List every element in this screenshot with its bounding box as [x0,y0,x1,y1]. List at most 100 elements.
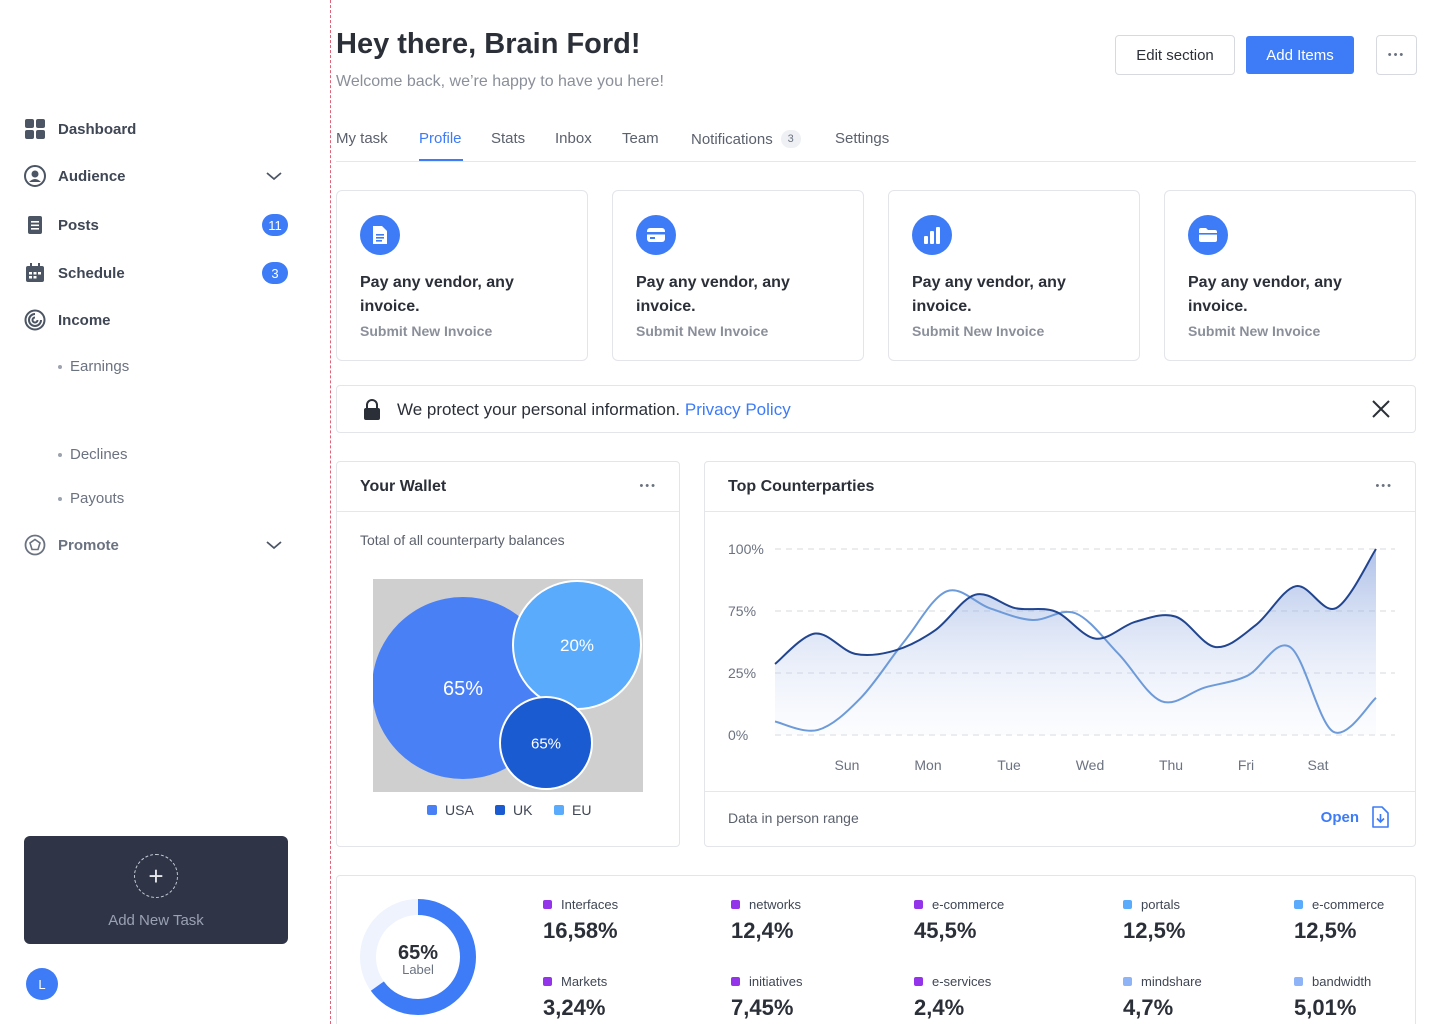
bullet-icon [58,452,62,457]
bubble-label: 65% [443,678,483,700]
sidebar-item-label: Dashboard [58,120,137,138]
edit-section-button[interactable]: Edit section [1115,35,1235,75]
submit-invoice-link[interactable]: Submit New Invoice [636,323,768,339]
chevron-down-icon[interactable] [264,535,284,559]
stat-item: Markets 3,24% [543,974,607,1021]
bar-chart-icon [912,215,952,255]
wallet-description: Total of all counterparty balances [360,532,565,548]
add-items-button[interactable]: Add Items [1246,36,1354,74]
x-tick-label: Fri [1238,757,1254,773]
tab-team[interactable]: Team [622,130,659,147]
chevron-down-icon[interactable] [264,166,284,190]
counterparties-menu-button[interactable]: ••• [1375,480,1393,492]
avatar[interactable]: L [26,968,58,1000]
submit-invoice-link[interactable]: Submit New Invoice [1188,323,1320,339]
sidebar-item-label: Promote [58,536,119,554]
calendar-icon [24,262,46,284]
sidebar-subitem-declines[interactable]: Declines [58,446,128,463]
tab-settings[interactable]: Settings [835,130,889,147]
posts-count-badge: 11 [262,214,288,236]
stat-label-text: networks [749,897,802,912]
open-button[interactable]: Open [1321,806,1389,828]
wallet-menu-button[interactable]: ••• [639,480,657,492]
sidebar-item-promote[interactable]: Promote [24,531,290,559]
submit-invoice-link[interactable]: Submit New Invoice [912,323,1044,339]
legend-swatch [554,805,564,815]
sidebar-item-label: Income [58,311,111,329]
bullet-icon [58,364,62,369]
active-tab-indicator [419,159,463,161]
vendor-card[interactable]: Pay any vendor, any invoice. Submit New … [888,190,1140,361]
bullet-icon [58,496,62,501]
stat-swatch [1294,977,1303,986]
stat-label: mindshare [1123,974,1202,989]
stat-swatch [731,900,740,909]
notifications-count-badge: 3 [780,130,801,148]
legend-item-eu: EU [554,802,591,818]
stat-label: initiatives [731,974,802,989]
stat-label: e-services [914,974,991,989]
vendor-card[interactable]: Pay any vendor, any invoice. Submit New … [336,190,588,361]
plus-icon[interactable]: + [134,854,178,898]
add-new-task-card[interactable]: + Add New Task [24,836,288,944]
sidebar-item-dashboard[interactable]: Dashboard [24,115,290,143]
stat-item: networks 12,4% [731,897,801,944]
stat-swatch [543,900,552,909]
stats-panel: 65% Label Interfaces 16,58% networks 12,4% e-… [336,875,1416,1024]
tab-inbox[interactable]: Inbox [555,130,592,147]
submit-invoice-link[interactable]: Submit New Invoice [360,323,492,339]
stat-value: 4,7% [1123,995,1174,1020]
stat-swatch [1123,977,1132,986]
stat-item: portals 12,5% [1123,897,1185,944]
legend-label: USA [445,802,474,818]
sidebar-subitem-label: Earnings [70,358,130,375]
sidebar-item-posts[interactable]: Posts 11 [24,211,290,239]
x-tick-label: Tue [997,757,1021,773]
x-tick-label: Thu [1159,757,1183,773]
tab-label: Inbox [555,130,592,147]
sidebar-subitem-payouts[interactable]: Payouts [58,490,124,507]
sidebar-item-schedule[interactable]: Schedule 3 [24,259,290,287]
sidebar-subitem-earnings[interactable]: Earnings [58,358,129,375]
privacy-notice-message: We protect your personal information. [397,400,681,419]
stat-label-text: Interfaces [561,897,619,912]
stat-swatch [1123,900,1132,909]
stat-value: 2,4% [914,995,965,1020]
tab-my-task[interactable]: My task [336,130,388,147]
stat-label-text: bandwidth [1312,974,1372,989]
sidebar-item-label: Audience [58,167,126,185]
panel-divider [705,511,1415,512]
vendor-card[interactable]: Pay any vendor, any invoice. Submit New … [1164,190,1416,361]
tab-label: Notifications [691,130,773,148]
vendor-card[interactable]: Pay any vendor, any invoice. Submit New … [612,190,864,361]
open-label: Open [1320,808,1359,826]
stat-item: bandwidth 5,01% [1294,974,1371,1021]
x-tick-label: Sat [1307,757,1328,773]
stat-swatch [914,977,923,986]
add-new-task-label: Add New Task [108,912,204,929]
legend-swatch [495,805,505,815]
legend-item-usa: USA [427,802,474,818]
bubble-chart: 65% 20% 65% [373,579,643,792]
bubble-label: 20% [560,636,594,655]
x-tick-label: Wed [1076,757,1105,773]
page-subtitle: Welcome back, we’re happy to have you he… [336,73,664,90]
sidebar-item-audience[interactable]: Audience [24,162,290,190]
tab-profile[interactable]: Profile [419,130,462,147]
x-tick-label: Sun [835,757,860,773]
clipboard-icon [24,214,46,236]
tab-stats[interactable]: Stats [491,130,525,147]
more-options-button[interactable]: ••• [1376,35,1417,75]
vendor-card-title: Pay any vendor, any invoice. [1188,274,1342,315]
stat-item: e-commerce 45,5% [914,897,1004,944]
stat-label-text: initiatives [749,974,803,989]
stat-value: 45,5% [914,918,977,943]
stat-label-text: e-services [932,974,992,989]
sidebar-item-income[interactable]: Income [24,306,290,334]
stat-value: 12,5% [1294,918,1357,943]
tab-notifications[interactable]: Notifications 3 [691,130,801,148]
stat-label: Interfaces [543,897,618,912]
schedule-count-badge: 3 [262,262,288,284]
privacy-policy-link[interactable]: Privacy Policy [685,400,791,419]
close-icon[interactable] [1371,399,1391,424]
